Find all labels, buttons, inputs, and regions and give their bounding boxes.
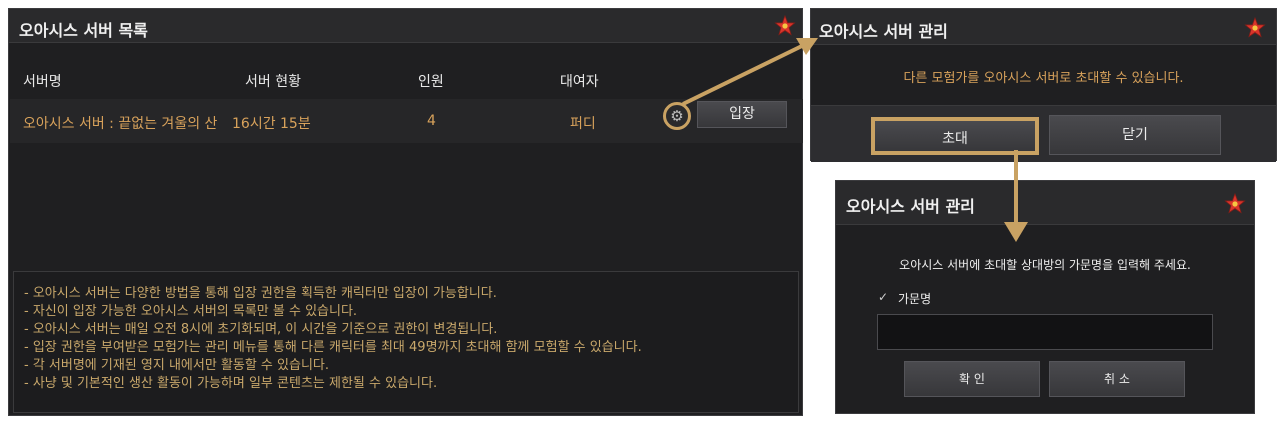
star-close-icon[interactable] <box>1244 17 1266 39</box>
cancel-button[interactable]: 취 소 <box>1049 361 1185 397</box>
manage-title: 오아시스 서버 관리 <box>819 22 948 41</box>
note-line: - 자신이 입장 가능한 오아시스 서버의 목록만 볼 수 있습니다. <box>24 304 358 319</box>
note-line: - 입장 권한을 부여받은 모험가는 관리 메뉴를 통해 다른 캐릭터를 최대 … <box>24 340 642 355</box>
server-list-header: 오아시스 서버 목록 <box>9 9 802 43</box>
server-list-title: 오아시스 서버 목록 <box>19 21 148 40</box>
note-line: - 사냥 및 기본적인 생산 활동이 가능하며 일부 콘텐츠는 제한될 수 있습… <box>24 376 438 391</box>
row-lender: 퍼디 <box>570 116 596 132</box>
gear-icon: ⚙ <box>670 106 684 125</box>
column-header-lender: 대여자 <box>560 74 599 90</box>
note-line: - 오아시스 서버는 매일 오전 8시에 초기화되며, 이 시간을 기준으로 권… <box>24 322 498 337</box>
column-header-server-status: 서버 현황 <box>245 74 301 90</box>
star-close-icon[interactable] <box>1224 193 1246 215</box>
check-icon: ✓ <box>878 290 889 304</box>
row-server-status: 16시간 15분 <box>232 116 311 132</box>
manage-header: 오아시스 서버 관리 <box>811 9 1276 45</box>
invite-panel: 오아시스 서버 관리 오아시스 서버에 초대할 상대방의 가문명을 입력해 주세… <box>835 180 1255 414</box>
enter-button[interactable]: 입장 <box>697 101 787 128</box>
star-close-icon[interactable] <box>774 15 796 37</box>
note-line: - 각 서버명에 기재된 영지 내에서만 활동할 수 있습니다. <box>24 358 330 373</box>
invite-title: 오아시스 서버 관리 <box>846 197 975 216</box>
settings-button[interactable]: ⚙ <box>663 102 691 130</box>
family-name-input[interactable] <box>877 314 1213 350</box>
server-list-panel: 오아시스 서버 목록 서버명 서버 현황 인원 대여자 오아시스 서버 : 끝없… <box>8 8 803 416</box>
row-members: 4 <box>427 113 436 129</box>
invite-message: 오아시스 서버에 초대할 상대방의 가문명을 입력해 주세요. <box>899 258 1191 272</box>
notes-box: - 오아시스 서버는 다양한 방법을 통해 입장 권한을 획득한 캐릭터만 입장… <box>13 271 799 413</box>
family-name-label: 가문명 <box>898 292 932 306</box>
column-header-members: 인원 <box>418 74 444 90</box>
confirm-button[interactable]: 확 인 <box>904 361 1040 397</box>
manage-panel: 오아시스 서버 관리 다른 모험가를 오아시스 서버로 초대할 수 있습니다. … <box>810 8 1277 162</box>
column-header-server-name: 서버명 <box>23 74 62 90</box>
invite-button[interactable]: 초대 <box>871 117 1039 155</box>
manage-footer: 초대 닫기 <box>811 105 1276 162</box>
row-server-name: 오아시스 서버 : 끝없는 겨울의 산 <box>23 116 218 132</box>
manage-message: 다른 모험가를 오아시스 서버로 초대할 수 있습니다. <box>903 71 1184 86</box>
invite-header: 오아시스 서버 관리 <box>836 181 1254 225</box>
note-line: - 오아시스 서버는 다양한 방법을 통해 입장 권한을 획득한 캐릭터만 입장… <box>24 286 497 301</box>
close-button[interactable]: 닫기 <box>1049 115 1221 155</box>
